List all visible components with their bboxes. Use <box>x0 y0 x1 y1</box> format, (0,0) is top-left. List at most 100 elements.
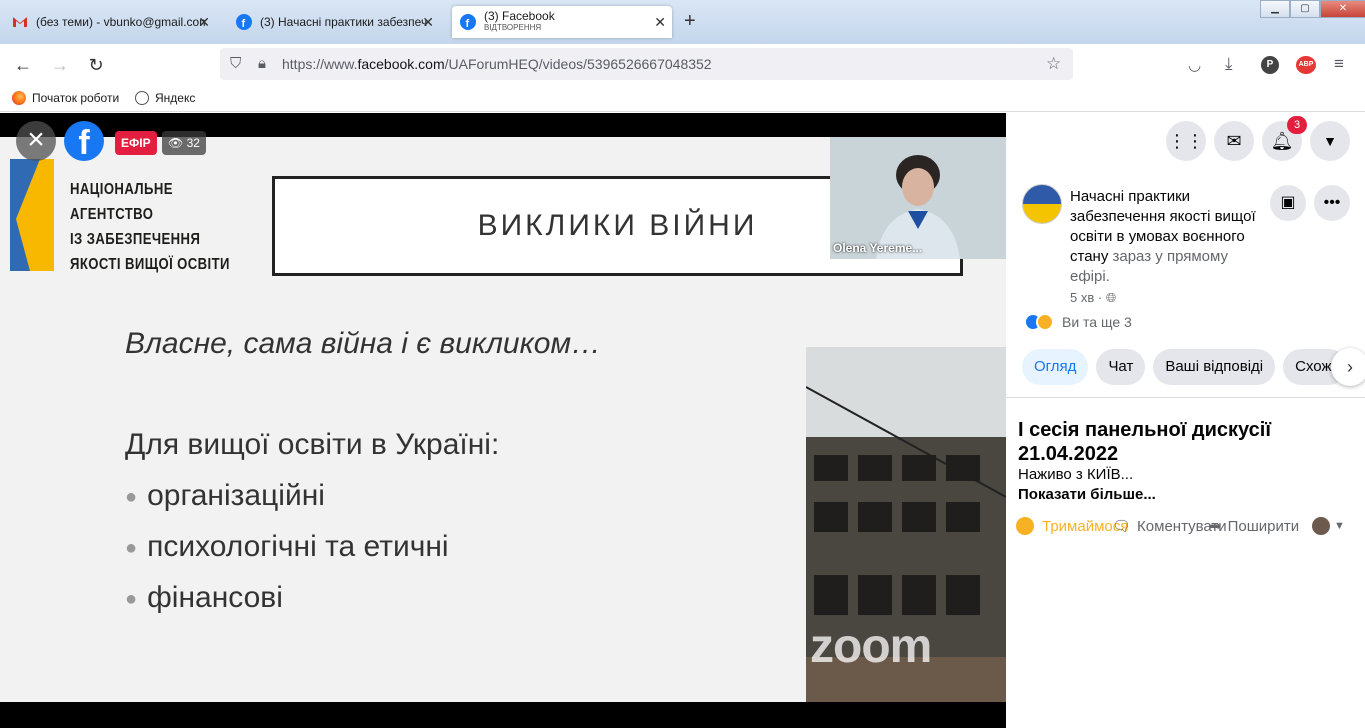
webcam-name-label: Olena Yereme... <box>833 241 923 255</box>
video-description-text: Наживо з КИЇВ... <box>1018 466 1134 483</box>
downloads-icon[interactable]: ⤓ <box>1225 54 1233 74</box>
care-reaction-icon <box>1036 313 1054 331</box>
back-arrow-icon[interactable]: ← <box>12 54 34 76</box>
account-chevron-down-icon[interactable]: ▼ <box>1310 121 1350 161</box>
facebook-icon: f <box>236 14 252 30</box>
viewer-count-badge: 👁︎ 32 <box>162 131 206 155</box>
bookmark-yandex[interactable]: Яндекс <box>135 91 195 105</box>
tab-facebook-active[interactable]: f (3) Facebook ВІДТВОРЕННЯ ✕ <box>452 6 672 38</box>
menu-grid-icon[interactable]: ⋮⋮ <box>1166 121 1206 161</box>
svg-text:f: f <box>242 18 246 30</box>
live-video-player[interactable]: НАЦІОНАЛЬНЕ АГЕНТСТВО ІЗ ЗАБЕЗПЕЧЕННЯ ЯК… <box>0 113 1006 728</box>
speaker-webcam: Olena Yereme... <box>830 137 1006 259</box>
reactions-summary[interactable]: Ви та ще 3 <box>1024 313 1132 331</box>
post-title[interactable]: Начасні практики забезпечення якості вищ… <box>1070 187 1270 287</box>
adblock-plus-icon[interactable]: ABP <box>1296 56 1316 74</box>
share-button[interactable]: ➦ Поширити <box>1209 517 1300 536</box>
comment-bubble-icon: 🗨︎ <box>1112 518 1132 535</box>
avatar <box>1312 517 1330 535</box>
browser-tab-bar: (без теми) - vbunko@gmail.com ✕ f (3) На… <box>0 0 1365 44</box>
menu-hamburger-icon[interactable]: ≡ <box>1334 54 1344 74</box>
slide-bullet: ● фінансові <box>125 581 283 615</box>
notification-count-badge: 3 <box>1287 116 1307 134</box>
forward-arrow-icon[interactable]: → <box>49 54 71 76</box>
org-name-line: ЯКОСТІ ВИЩОЇ ОСВІТИ <box>70 256 230 273</box>
tabs-next-chevron-icon[interactable]: › <box>1331 348 1365 386</box>
slide-heading: Для вищої освіти в Україні: <box>125 428 500 461</box>
extension-p-icon[interactable]: P <box>1261 56 1279 74</box>
tab-chat[interactable]: Чат <box>1096 349 1146 385</box>
org-name-line: ІЗ ЗАБЕЗПЕЧЕННЯ <box>70 231 201 248</box>
damaged-building-photo: zoom <box>806 347 1006 702</box>
naqa-logo-icon <box>10 159 54 271</box>
reload-icon[interactable]: ↻ <box>85 54 107 76</box>
share-label: Поширити <box>1227 517 1300 535</box>
panel-tabs: Огляд Чат Ваші відповіді Схожі <box>1022 349 1348 385</box>
facebook-logo-icon[interactable]: f <box>64 121 104 162</box>
maximize-window-button[interactable]: ▢ <box>1290 0 1320 18</box>
close-window-button[interactable]: ✕ <box>1320 0 1365 18</box>
show-more-link[interactable]: Показати більше... <box>1018 486 1156 503</box>
close-tab-icon[interactable]: ✕ <box>654 14 666 31</box>
svg-text:f: f <box>466 18 470 30</box>
more-options-button[interactable]: ••• <box>1314 185 1350 221</box>
gmail-icon <box>13 17 27 27</box>
slide-title: ВИКЛИКИ ВІЙНИ <box>477 209 758 242</box>
slide-bullet: ● організаційні <box>125 479 325 513</box>
save-post-button[interactable]: ▣ <box>1270 185 1306 221</box>
bullet-text: організаційні <box>147 479 325 512</box>
url-text: https://www.facebook.com/UAForumHEQ/vide… <box>282 56 712 72</box>
tab-your-replies[interactable]: Ваші відповіді <box>1153 349 1276 385</box>
lock-icon[interactable]: 🔒︎ <box>258 55 266 72</box>
public-globe-icon: 🌐︎ <box>1105 290 1117 305</box>
viewer-count: 32 <box>186 136 200 150</box>
post-time[interactable]: 5 хв · <box>1070 290 1102 305</box>
firefox-icon <box>12 91 26 105</box>
tracking-shield-icon[interactable]: ⛉ <box>230 55 241 72</box>
video-description-title: I сесія панельної дискусії 21.04.2022 <box>1018 419 1271 465</box>
post-meta: 5 хв · 🌐︎ <box>1070 290 1116 306</box>
presentation-slide: НАЦІОНАЛЬНЕ АГЕНТСТВО ІЗ ЗАБЕЗПЕЧЕННЯ ЯК… <box>0 137 1006 702</box>
messenger-icon[interactable]: ✉︎ <box>1214 121 1254 161</box>
globe-icon <box>135 91 149 105</box>
bullet-dot-icon: ● <box>125 587 138 610</box>
url-path: /UAForumHEQ/videos/5396526667048352 <box>444 56 712 72</box>
url-bar[interactable]: ⛉ 🔒︎ https://www.facebook.com/UAForumHEQ… <box>220 48 1073 80</box>
new-tab-button[interactable]: + <box>684 10 696 33</box>
live-badge: ЕФІР <box>115 131 157 155</box>
tab-title: (3) Начасні практики забезпеч <box>260 15 428 29</box>
bookmarks-bar: Початок роботи Яндекс <box>0 86 1365 112</box>
pocket-icon[interactable]: ◡ <box>1188 56 1201 74</box>
bookmark-label: Початок роботи <box>32 91 120 105</box>
org-name-line: АГЕНТСТВО <box>70 206 154 223</box>
tab-title: (без теми) - vbunko@gmail.com <box>36 15 206 29</box>
close-video-button[interactable]: × <box>16 121 56 161</box>
bullet-text: психологічні та етичні <box>147 530 449 563</box>
slide-bullet: ● психологічні та етичні <box>125 530 449 564</box>
post-actions: Тримаймося 🗨︎ Коментувати ➦ Поширити ▼ <box>1016 517 1365 539</box>
page-avatar[interactable] <box>1022 184 1062 224</box>
browser-nav-bar: ← → ↻ ⛉ 🔒︎ https://www.facebook.com/UAFo… <box>0 44 1365 86</box>
tab-playing-label: ВІДТВОРЕННЯ <box>484 23 542 32</box>
url-domain: facebook.com <box>357 56 445 72</box>
close-tab-icon[interactable]: ✕ <box>422 14 434 31</box>
bullet-text: фінансові <box>147 581 283 614</box>
url-prefix: https://www. <box>282 56 358 72</box>
reactions-text: Ви та ще 3 <box>1062 314 1132 330</box>
minimize-window-button[interactable]: ▁ <box>1260 0 1290 18</box>
tab-gmail[interactable]: (без теми) - vbunko@gmail.com ✕ <box>4 6 216 38</box>
tab-facebook-post[interactable]: f (3) Начасні практики забезпеч ✕ <box>228 6 440 38</box>
tab-title-group: (3) Facebook ВІДТВОРЕННЯ <box>484 10 555 34</box>
divider <box>1006 397 1365 398</box>
share-arrow-icon: ➦ <box>1209 518 1222 535</box>
care-emoji-icon <box>1016 517 1034 535</box>
post-as-selector[interactable]: ▼ <box>1312 517 1345 535</box>
tab-overview[interactable]: Огляд <box>1022 349 1089 385</box>
bookmark-label: Яндекс <box>155 91 196 105</box>
slide-italic-text: Власне, сама війна і є викликом… <box>125 327 602 360</box>
bookmark-star-icon[interactable]: ☆ <box>1046 54 1061 74</box>
eye-icon: 👁︎ <box>168 136 184 150</box>
org-name-line: НАЦІОНАЛЬНЕ <box>70 181 173 198</box>
bookmark-getting-started[interactable]: Початок роботи <box>12 91 119 105</box>
close-tab-icon[interactable]: ✕ <box>198 14 210 31</box>
